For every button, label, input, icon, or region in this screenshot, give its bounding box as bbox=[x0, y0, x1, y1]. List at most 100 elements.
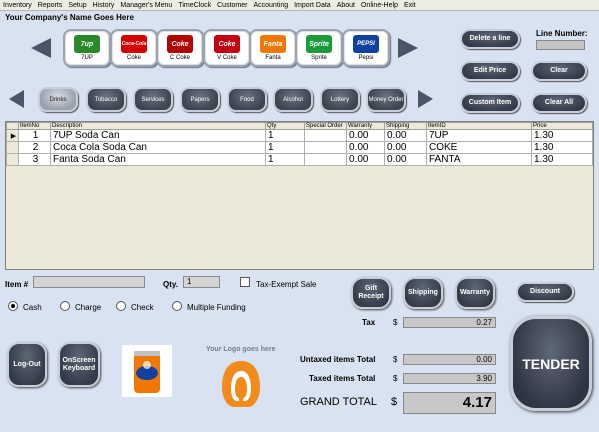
col-header-description[interactable]: Description bbox=[50, 122, 266, 130]
taxed-total-label: Taxed items Total bbox=[309, 374, 376, 383]
menu-accounting[interactable]: Accounting bbox=[250, 0, 291, 10]
col-header-price[interactable]: Price bbox=[531, 122, 593, 130]
cell-description: 7UP Soda Can bbox=[50, 129, 266, 142]
category-alcohol[interactable]: Alcohol bbox=[273, 87, 313, 112]
fanta-can-image bbox=[122, 345, 172, 397]
untaxed-total-value: 0.00 bbox=[403, 354, 496, 365]
taxed-total-value: 3.90 bbox=[403, 373, 496, 384]
onscreen-keyboard-button[interactable]: OnScreen Keyboard bbox=[58, 342, 100, 387]
check-radio[interactable] bbox=[116, 301, 126, 311]
menu-import[interactable]: Import Data bbox=[291, 0, 334, 10]
table-row[interactable]: 2 Coca Cola Soda Can 1 0.00 0.00 COKE 1.… bbox=[6, 141, 593, 154]
col-header-itemno[interactable]: ItemNo bbox=[18, 122, 51, 130]
menu-inventory[interactable]: Inventory bbox=[0, 0, 35, 10]
product-sprite[interactable]: Sprite Sprite bbox=[295, 29, 343, 67]
grand-total-label: GRAND TOTAL bbox=[300, 396, 378, 408]
cell-special-order bbox=[304, 141, 347, 154]
product-label: Pepsi bbox=[358, 55, 374, 61]
untaxed-currency: $ bbox=[393, 355, 398, 364]
cell-shipping: 0.00 bbox=[384, 141, 427, 154]
product-label: Sprite bbox=[311, 55, 327, 61]
cash-radio[interactable] bbox=[8, 301, 18, 311]
col-header-special-order[interactable]: Special Order bbox=[304, 122, 347, 130]
discount-button[interactable]: Discount bbox=[516, 282, 574, 302]
products-next-arrow-icon[interactable] bbox=[398, 38, 418, 58]
cell-itemid: COKE bbox=[426, 141, 532, 154]
logout-button[interactable]: Log-Out bbox=[7, 342, 47, 387]
shipping-button[interactable]: Shipping bbox=[403, 277, 443, 309]
menu-reports[interactable]: Reports bbox=[35, 0, 66, 10]
edit-price-button[interactable]: Edit Price bbox=[460, 61, 520, 81]
category-drinks[interactable]: Drinks bbox=[38, 87, 78, 112]
col-header-itemid[interactable]: ItemID bbox=[426, 122, 532, 130]
product-pepsi[interactable]: PEPSI Pepsi bbox=[342, 29, 390, 67]
tax-label: Tax bbox=[362, 318, 376, 327]
line-number-field[interactable] bbox=[536, 40, 585, 50]
item-number-label: Item # bbox=[5, 280, 29, 289]
product-v-coke[interactable]: Coke V Coke bbox=[203, 29, 251, 67]
delete-line-button[interactable]: Delete a line bbox=[460, 29, 520, 49]
row-selector[interactable] bbox=[6, 153, 19, 166]
menu-about[interactable]: About bbox=[334, 0, 358, 10]
cell-qty: 1 bbox=[265, 153, 305, 166]
tender-button[interactable]: TENDER bbox=[510, 316, 592, 411]
cell-itemno: 2 bbox=[18, 141, 51, 154]
tax-exempt-label: Tax-Exempt Sale bbox=[256, 280, 317, 289]
col-header-warranty[interactable]: Warranty bbox=[346, 122, 385, 130]
gift-receipt-button[interactable]: Gift Receipt bbox=[351, 277, 391, 309]
category-food[interactable]: Food bbox=[227, 87, 267, 112]
untaxed-total-label: Untaxed items Total bbox=[300, 355, 376, 364]
col-header-selector bbox=[6, 122, 19, 130]
7up-logo-icon: 7up bbox=[74, 35, 100, 53]
cell-shipping: 0.00 bbox=[384, 129, 427, 142]
cell-shipping: 0.00 bbox=[384, 153, 427, 166]
category-money-order[interactable]: Money Order bbox=[366, 87, 406, 112]
cell-price: 1.30 bbox=[531, 153, 593, 166]
product-7up[interactable]: 7up 7UP bbox=[63, 29, 111, 67]
category-services[interactable]: Services bbox=[133, 87, 173, 112]
products-prev-arrow-icon[interactable] bbox=[31, 38, 51, 58]
table-row[interactable]: 3 Fanta Soda Can 1 0.00 0.00 FANTA 1.30 bbox=[6, 153, 593, 166]
product-c-coke[interactable]: Coke C Coke bbox=[156, 29, 204, 67]
grid-header-row: ItemNo Description Qty Special Order War… bbox=[6, 122, 593, 130]
menu-setup[interactable]: Setup bbox=[65, 0, 89, 10]
cell-special-order bbox=[304, 129, 347, 142]
menu-managers[interactable]: Manager's Menu bbox=[117, 0, 175, 10]
categories-prev-arrow-icon[interactable] bbox=[9, 90, 24, 108]
coke-logo-icon: Coca-Cola bbox=[121, 35, 147, 53]
logo-emblem-icon bbox=[222, 361, 260, 407]
col-header-shipping[interactable]: Shipping bbox=[384, 122, 427, 130]
menu-online-help[interactable]: Online-Help bbox=[358, 0, 401, 10]
product-coke[interactable]: Coca-Cola Coke bbox=[110, 29, 158, 67]
col-header-qty[interactable]: Qty bbox=[265, 122, 305, 130]
menu-history[interactable]: History bbox=[90, 0, 118, 10]
category-lottery[interactable]: Lottery bbox=[320, 87, 360, 112]
menu-exit[interactable]: Exit bbox=[401, 0, 419, 10]
row-selector[interactable] bbox=[6, 141, 19, 154]
cell-price: 1.30 bbox=[531, 141, 593, 154]
clear-all-button[interactable]: Clear All bbox=[531, 93, 587, 113]
pepsi-logo-icon: PEPSI bbox=[353, 35, 379, 53]
line-number-label: Line Number: bbox=[536, 29, 588, 38]
charge-radio[interactable] bbox=[60, 301, 70, 311]
fanta-logo-icon: Fanta bbox=[260, 35, 286, 53]
category-papers[interactable]: Papers bbox=[180, 87, 220, 112]
row-selector-icon[interactable]: ▶ bbox=[6, 129, 19, 142]
category-tobacco[interactable]: Tobacco bbox=[86, 87, 126, 112]
product-label: 7UP bbox=[81, 55, 93, 61]
qty-input[interactable]: 1 bbox=[183, 276, 220, 288]
categories-next-arrow-icon[interactable] bbox=[418, 90, 433, 108]
items-grid[interactable]: ItemNo Description Qty Special Order War… bbox=[5, 121, 594, 270]
multiple-funding-radio[interactable] bbox=[172, 301, 182, 311]
item-number-input[interactable] bbox=[33, 276, 145, 288]
tax-exempt-checkbox[interactable] bbox=[240, 277, 250, 287]
warranty-button[interactable]: Warranty bbox=[455, 277, 495, 309]
custom-item-button[interactable]: Custom Item bbox=[460, 93, 520, 113]
clear-button[interactable]: Clear bbox=[531, 61, 587, 81]
menu-timeclock[interactable]: TimeClock bbox=[175, 0, 214, 10]
taxed-currency: $ bbox=[393, 374, 398, 383]
menu-customer[interactable]: Customer bbox=[214, 0, 250, 10]
product-fanta[interactable]: Fanta Fanta bbox=[249, 29, 297, 67]
table-row[interactable]: ▶ 1 7UP Soda Can 1 0.00 0.00 7UP 1.30 bbox=[6, 129, 593, 142]
fanta-can-icon bbox=[134, 351, 160, 393]
